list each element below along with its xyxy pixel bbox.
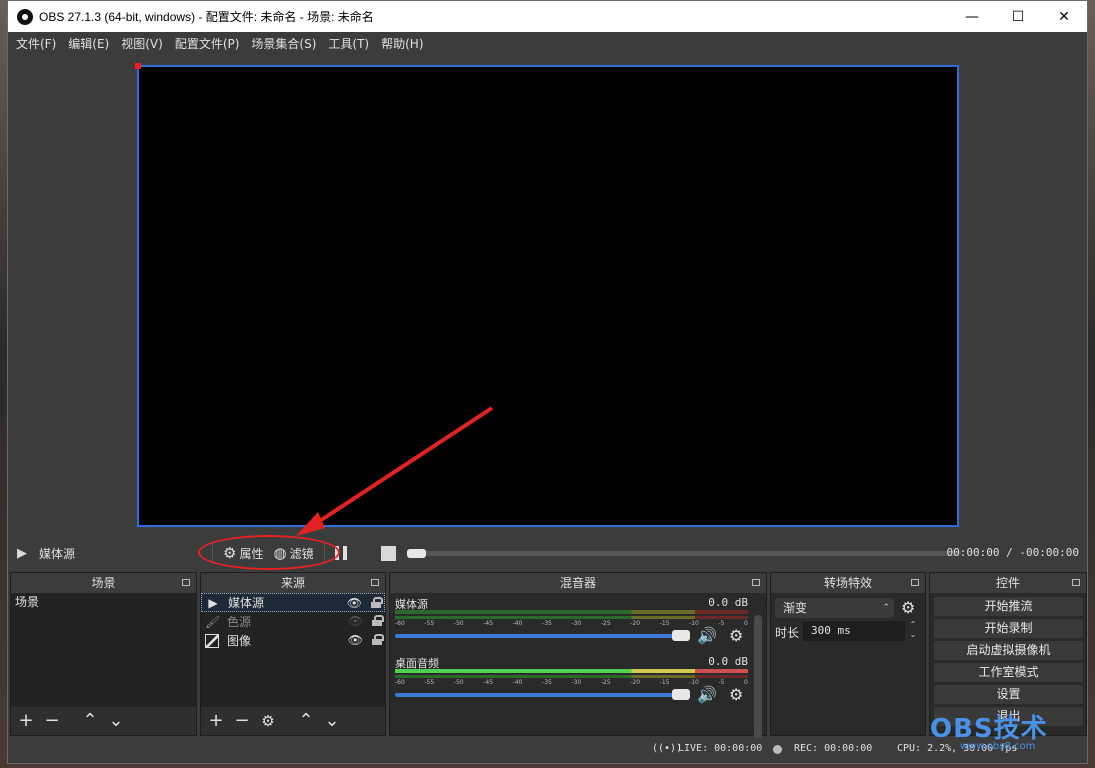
watermark-url: www.obs8.com: [960, 741, 1036, 752]
annotation-arrow: [296, 406, 494, 536]
watermark-logo: OBS技术: [930, 714, 1048, 744]
